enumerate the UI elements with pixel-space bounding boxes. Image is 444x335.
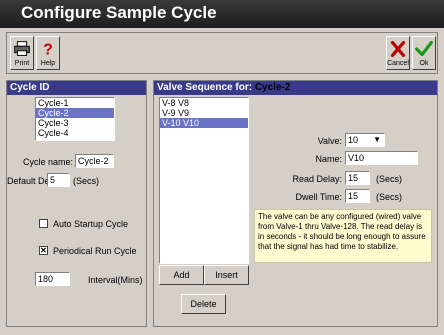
add-button[interactable]: Add [159, 265, 204, 285]
configure-sample-cycle-window: Configure Sample Cycle Print ? Help Canc… [0, 0, 444, 335]
interval-field[interactable]: 180 [35, 272, 70, 286]
help-label: Help [40, 60, 56, 67]
cycle-list[interactable]: Cycle-1 Cycle-2 Cycle-3 Cycle-4 [35, 97, 115, 141]
auto-startup-checkbox[interactable] [39, 219, 48, 228]
printer-icon [14, 41, 30, 56]
delete-button[interactable]: Delete [181, 294, 226, 314]
chevron-down-icon: ▼ [373, 135, 381, 144]
valve-list-item[interactable]: V-9 V9 [160, 108, 248, 118]
read-delay-unit: (Secs) [376, 174, 403, 184]
valve-list-item-selected[interactable]: V-10 V10 [160, 118, 248, 128]
read-delay-label: Read Delay: [292, 174, 342, 184]
question-mark-icon: ? [43, 42, 53, 59]
valve-help-note: The valve can be any configured (wired) … [254, 209, 432, 263]
cycle-list-item-selected[interactable]: Cycle-2 [36, 108, 114, 118]
valve-sequence-header: Valve Sequence for: Cycle-2 [154, 81, 437, 95]
valve-sequence-header-cycle: Cycle-2 [254, 82, 291, 93]
cycle-list-item[interactable]: Cycle-3 [36, 118, 114, 128]
periodical-run-label: Periodical Run Cycle [53, 246, 137, 256]
ok-label: Ok [419, 60, 429, 67]
dwell-time-label: Dwell Time: [295, 192, 342, 202]
cycle-name-field[interactable]: Cycle-2 [75, 154, 114, 168]
interval-label: Interval(Mins) [88, 275, 143, 285]
valve-select-value: 10 [348, 135, 359, 145]
cycle-list-item[interactable]: Cycle-1 [36, 98, 114, 108]
ok-button[interactable]: Ok [412, 36, 436, 70]
default-delay-field[interactable]: 5 [47, 173, 70, 187]
valve-sequence-header-prefix: Valve Sequence for: [157, 82, 253, 93]
default-delay-label: Default Delay: [7, 176, 64, 186]
read-delay-field[interactable]: 15 [345, 171, 370, 185]
valve-sequence-list[interactable]: V-8 V8 V-9 V9 V-10 V10 [159, 97, 249, 264]
valve-select[interactable]: 10 ▼ [345, 133, 385, 147]
insert-button[interactable]: Insert [204, 265, 249, 285]
periodical-run-checkbox[interactable]: ✕ [39, 246, 48, 255]
svg-text:?: ? [43, 42, 53, 59]
print-button[interactable]: Print [10, 36, 34, 70]
cycle-name-label: Cycle name: [22, 157, 73, 167]
x-cancel-icon [390, 40, 406, 58]
valve-sequence-panel: Valve Sequence for: Cycle-2 V-8 V8 V-9 V… [153, 80, 438, 327]
print-label: Print [14, 60, 30, 67]
cycle-list-item[interactable]: Cycle-4 [36, 128, 114, 138]
dwell-time-unit: (Secs) [376, 192, 403, 202]
cycle-id-header: Cycle ID [7, 81, 146, 95]
toolbar: Print ? Help Cancel Ok [6, 32, 438, 74]
cycle-id-panel: Cycle ID Cycle-1 Cycle-2 Cycle-3 Cycle-4… [6, 80, 147, 327]
cancel-label: Cancel [387, 60, 409, 67]
window-title: Configure Sample Cycle [21, 3, 217, 22]
help-button[interactable]: ? Help [36, 36, 60, 70]
checkmark-icon [415, 40, 433, 57]
auto-startup-label: Auto Startup Cycle [53, 219, 129, 229]
valve-name-field[interactable]: V10 [345, 151, 418, 165]
valve-label: Valve: [317, 136, 342, 146]
name-label: Name: [315, 154, 342, 164]
cancel-button[interactable]: Cancel [386, 36, 410, 70]
title-bar: Configure Sample Cycle [0, 0, 444, 28]
valve-list-item[interactable]: V-8 V8 [160, 98, 248, 108]
dwell-time-field[interactable]: 15 [345, 189, 370, 203]
default-delay-unit: (Secs) [73, 176, 100, 186]
